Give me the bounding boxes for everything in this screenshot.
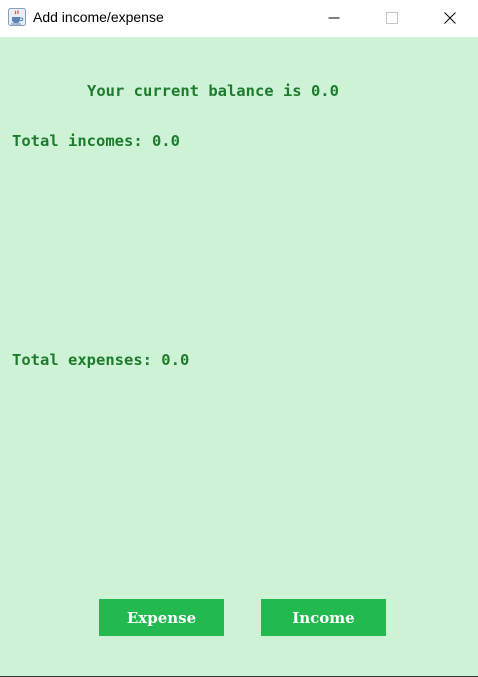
java-cup-icon xyxy=(8,8,26,26)
expense-button[interactable]: Expense xyxy=(99,599,224,636)
minimize-button[interactable] xyxy=(305,0,363,37)
main-panel: Your current balance is 0.0 Total income… xyxy=(0,37,478,676)
total-expenses-label: Total expenses: 0.0 xyxy=(12,351,190,369)
income-button[interactable]: Income xyxy=(261,599,386,636)
app-window: Add income/expense Your current balance … xyxy=(0,0,478,677)
close-icon xyxy=(444,9,456,28)
window-title: Add income/expense xyxy=(33,9,164,25)
maximize-button[interactable] xyxy=(363,0,421,37)
close-button[interactable] xyxy=(421,0,478,37)
title-bar[interactable]: Add income/expense xyxy=(0,0,478,37)
maximize-icon xyxy=(386,9,398,28)
balance-label: Your current balance is 0.0 xyxy=(87,82,339,100)
total-incomes-label: Total incomes: 0.0 xyxy=(12,132,180,150)
minimize-icon xyxy=(328,9,340,28)
